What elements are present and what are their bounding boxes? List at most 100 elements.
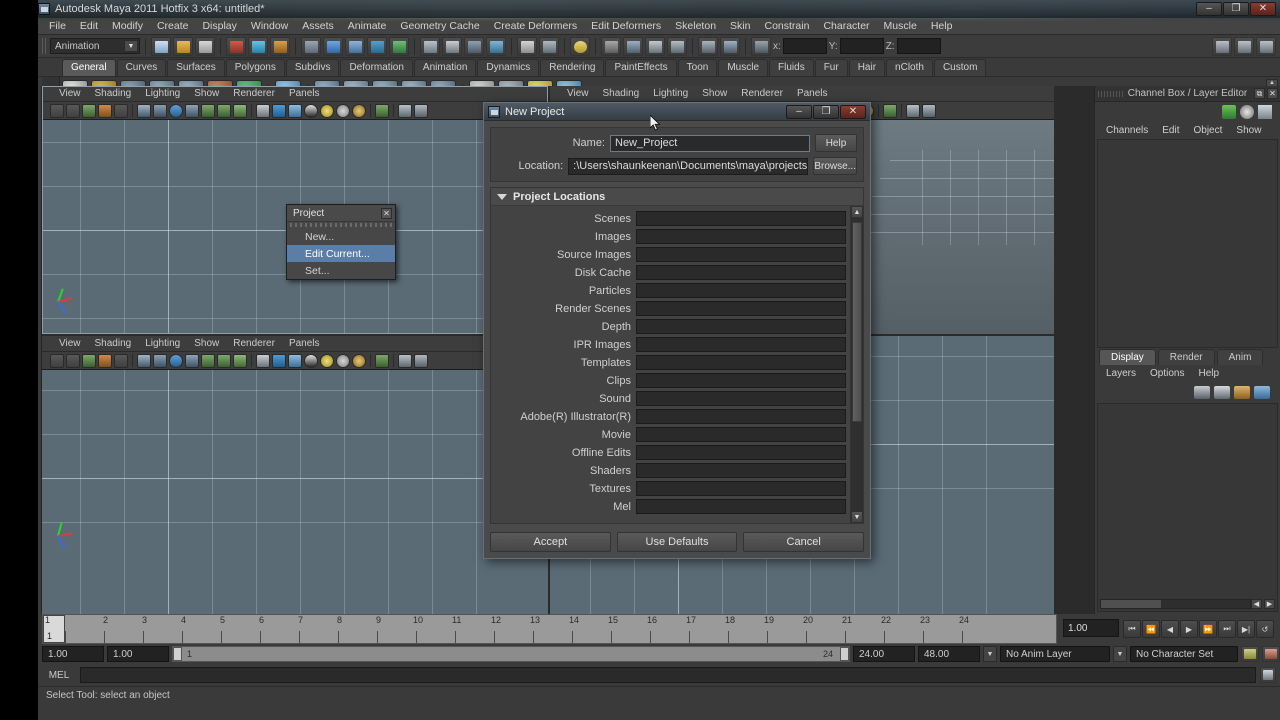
go-to-end-button[interactable]: ⏭ bbox=[1218, 620, 1236, 638]
input-sound[interactable] bbox=[636, 391, 846, 406]
vp3-menu-view[interactable]: View bbox=[52, 336, 88, 351]
panel-close-icon[interactable]: ✕ bbox=[1267, 88, 1278, 99]
input-scenes[interactable] bbox=[636, 211, 846, 226]
xray-icon-2[interactable] bbox=[906, 103, 920, 118]
input-render-scenes[interactable] bbox=[636, 301, 846, 316]
menu-create[interactable]: Create bbox=[150, 18, 196, 34]
shelf-tab-curves[interactable]: Curves bbox=[116, 59, 167, 76]
scrollbar-thumb[interactable] bbox=[852, 222, 862, 422]
resolution-gate-icon[interactable] bbox=[169, 103, 183, 118]
new-scene-icon[interactable] bbox=[151, 36, 171, 56]
select-camera-icon[interactable] bbox=[50, 103, 64, 118]
shadows-icon-3[interactable] bbox=[352, 353, 366, 368]
shelf-tab-painteffects[interactable]: PaintEffects bbox=[605, 59, 677, 76]
menu-assets[interactable]: Assets bbox=[295, 18, 341, 34]
vp2-menu-shading[interactable]: Shading bbox=[596, 86, 647, 101]
snap-to-points-icon[interactable] bbox=[345, 36, 365, 56]
smooth-shade-selected-icon-3[interactable] bbox=[288, 353, 302, 368]
input-shaders[interactable] bbox=[636, 463, 846, 478]
menu-modify[interactable]: Modify bbox=[105, 18, 150, 34]
close-button[interactable]: ✕ bbox=[1250, 2, 1276, 16]
ipr-render-icon[interactable] bbox=[464, 36, 484, 56]
script-editor-open-icon[interactable] bbox=[1260, 667, 1276, 683]
layer-membership-icon[interactable] bbox=[1254, 385, 1270, 399]
anim-layer-field[interactable]: No Anim Layer bbox=[1000, 646, 1110, 662]
select-objects-in-layer-icon[interactable] bbox=[1234, 385, 1250, 399]
channel-box-list[interactable] bbox=[1097, 139, 1278, 348]
field-chart-icon[interactable] bbox=[185, 103, 199, 118]
help-line-icon[interactable] bbox=[570, 36, 590, 56]
select-by-component-type-icon[interactable] bbox=[270, 36, 290, 56]
menu-create-deformers[interactable]: Create Deformers bbox=[487, 18, 584, 34]
shelf-tab-subdivs[interactable]: Subdivs bbox=[285, 59, 340, 76]
viewport-bottom-left[interactable]: View Shading Lighting Show Renderer Pane… bbox=[42, 336, 548, 614]
le-menu-help[interactable]: Help bbox=[1191, 368, 1226, 379]
shelf-tab-fur[interactable]: Fur bbox=[814, 59, 848, 76]
open-render-view-icon[interactable] bbox=[517, 36, 537, 56]
new-layer-from-selected-icon[interactable] bbox=[1214, 385, 1230, 399]
maximize-button[interactable]: ❐ bbox=[1223, 2, 1249, 16]
input-offline-edits[interactable] bbox=[636, 445, 846, 460]
time-slider[interactable]: 1 1 2 3 4 5 6 7 8 9 10 11 12 13 14 15 16… bbox=[42, 614, 1057, 644]
image-plane-icon[interactable] bbox=[98, 103, 112, 118]
menu-skeleton[interactable]: Skeleton bbox=[668, 18, 723, 34]
field-chart-icon-3[interactable] bbox=[185, 353, 199, 368]
menu-animate[interactable]: Animate bbox=[341, 18, 394, 34]
input-line-mode-icon[interactable] bbox=[751, 36, 771, 56]
camera-attributes-icon-3[interactable] bbox=[66, 353, 80, 368]
safe-title-icon[interactable] bbox=[217, 103, 231, 118]
paint-effects-icon[interactable] bbox=[601, 36, 621, 56]
bookmarks-icon-3[interactable] bbox=[82, 353, 96, 368]
wireframe-shading-icon-3[interactable] bbox=[256, 353, 270, 368]
auto-keyframe-icon[interactable] bbox=[1241, 646, 1259, 662]
xray-joints-icon-3[interactable] bbox=[414, 353, 428, 368]
use-defaults-button[interactable]: Use Defaults bbox=[616, 532, 738, 552]
show-hide-tool-settings-icon[interactable] bbox=[1256, 36, 1276, 56]
input-ipr-images[interactable] bbox=[636, 337, 846, 352]
cancel-button[interactable]: Cancel bbox=[743, 532, 865, 552]
vp2-menu-panels[interactable]: Panels bbox=[790, 86, 835, 101]
shelf-tab-animation[interactable]: Animation bbox=[413, 59, 477, 76]
current-time-field[interactable]: 1.00 bbox=[1063, 619, 1119, 637]
panel-grip[interactable] bbox=[1098, 91, 1124, 97]
input-source-images[interactable] bbox=[636, 247, 846, 262]
shelf-tab-fluids[interactable]: Fluids bbox=[769, 59, 814, 76]
input-mel[interactable] bbox=[636, 499, 846, 514]
anim-layer-dropdown-arrow[interactable]: ▼ bbox=[983, 646, 997, 662]
attribute-editor-icon[interactable] bbox=[698, 36, 718, 56]
menu-file[interactable]: File bbox=[42, 18, 73, 34]
cb-menu-channels[interactable]: Channels bbox=[1099, 125, 1155, 136]
xray-icon-3[interactable] bbox=[398, 353, 412, 368]
menu-skin[interactable]: Skin bbox=[723, 18, 757, 34]
scroll-down-icon[interactable]: ▼ bbox=[851, 511, 863, 523]
menu-help[interactable]: Help bbox=[924, 18, 960, 34]
bookmarks-icon[interactable] bbox=[82, 103, 96, 118]
tab-display[interactable]: Display bbox=[1099, 349, 1156, 365]
step-forward-button[interactable]: ⏩ bbox=[1199, 620, 1217, 638]
x-input[interactable] bbox=[782, 38, 827, 54]
open-scene-icon[interactable] bbox=[173, 36, 193, 56]
xray-icon[interactable] bbox=[398, 103, 412, 118]
menu-display[interactable]: Display bbox=[195, 18, 243, 34]
vp2-menu-show[interactable]: Show bbox=[695, 86, 734, 101]
minimize-button[interactable]: – bbox=[1196, 2, 1222, 16]
isolate-select-icon-2[interactable] bbox=[883, 103, 897, 118]
input-movie[interactable] bbox=[636, 427, 846, 442]
snap-to-view-planes-icon[interactable] bbox=[389, 36, 409, 56]
grid-display-icon-3[interactable] bbox=[137, 353, 151, 368]
range-start-field[interactable]: 1.00 bbox=[107, 646, 169, 662]
vp3-menu-renderer[interactable]: Renderer bbox=[226, 336, 282, 351]
safe-action-icon[interactable] bbox=[201, 103, 215, 118]
tool-settings-icon[interactable] bbox=[720, 36, 740, 56]
isolate-select-icon[interactable] bbox=[375, 103, 389, 118]
cb-menu-show[interactable]: Show bbox=[1229, 125, 1268, 136]
scrollbar-track[interactable] bbox=[851, 218, 863, 511]
image-plane-icon-3[interactable] bbox=[98, 353, 112, 368]
camera-attributes-icon[interactable] bbox=[66, 103, 80, 118]
smooth-shade-selected-icon[interactable] bbox=[288, 103, 302, 118]
channel-box-icon[interactable] bbox=[1222, 105, 1236, 119]
input-particles[interactable] bbox=[636, 283, 846, 298]
two-d-pan-zoom-icon[interactable] bbox=[114, 103, 128, 118]
play-backwards-button[interactable]: ◀ bbox=[1161, 620, 1179, 638]
project-menu-item-edit-current[interactable]: Edit Current... bbox=[287, 245, 395, 262]
